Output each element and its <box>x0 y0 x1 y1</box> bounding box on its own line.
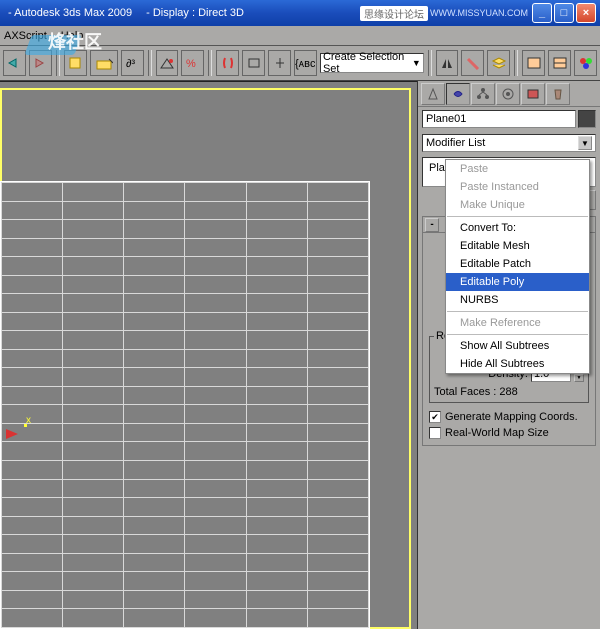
plane-grid <box>1 182 369 628</box>
real-world-checkbox[interactable] <box>429 427 441 439</box>
svg-text:{ᴀʙᴄ}: {ᴀʙᴄ} <box>295 58 315 70</box>
minimize-button[interactable]: _ <box>532 3 552 23</box>
viewport[interactable]: x <box>0 81 417 629</box>
utilities-tab[interactable] <box>546 83 570 105</box>
percent-snap-button[interactable]: % <box>181 50 204 76</box>
undo-button[interactable] <box>3 50 26 76</box>
total-faces-label: Total Faces : 288 <box>434 386 518 398</box>
create-tab[interactable] <box>421 83 445 105</box>
maximize-button[interactable]: □ <box>554 3 574 23</box>
gen-mapping-checkbox[interactable]: ✔ <box>429 411 441 423</box>
menu-nurbs[interactable]: NURBS <box>446 291 589 309</box>
menu-editable-mesh[interactable]: Editable Mesh <box>446 237 589 255</box>
align-button[interactable] <box>461 50 484 76</box>
angle-snap-button[interactable] <box>156 50 179 76</box>
real-world-label: Real-World Map Size <box>445 427 549 439</box>
menu-editable-poly[interactable]: Editable Poly <box>446 273 589 291</box>
edit-named-button[interactable] <box>242 50 265 76</box>
menu-convert-to: Convert To: <box>446 219 589 237</box>
named-selection-label: Create Selection Set <box>323 51 412 75</box>
command-panel-tabs <box>418 81 600 107</box>
app-title: - Autodesk 3ds Max 2009 <box>8 7 132 19</box>
material-editor-button[interactable] <box>574 50 597 76</box>
hierarchy-tab[interactable] <box>471 83 495 105</box>
schematic-button[interactable] <box>548 50 571 76</box>
svg-text:∂³: ∂³ <box>126 58 135 70</box>
context-menu: Paste Paste Instanced Make Unique Conver… <box>445 159 590 374</box>
mirror-tool-button[interactable] <box>436 50 459 76</box>
close-button[interactable]: × <box>576 3 596 23</box>
watermark-text: 烽社区 <box>48 28 102 54</box>
object-color-swatch[interactable] <box>578 110 596 128</box>
menu-hide-all-subtrees[interactable]: Hide All Subtrees <box>446 355 589 373</box>
dropdown-arrow-icon: ▼ <box>412 58 421 68</box>
menu-make-unique[interactable]: Make Unique <box>446 196 589 214</box>
collapse-button[interactable]: - <box>425 218 439 232</box>
modify-tab[interactable] <box>446 83 470 105</box>
menu-editable-patch[interactable]: Editable Patch <box>446 255 589 273</box>
mirror-button[interactable] <box>268 50 291 76</box>
menu-paste[interactable]: Paste <box>446 160 589 178</box>
abc-button[interactable]: {ᴀʙᴄ} <box>294 50 317 76</box>
gen-mapping-label: Generate Mapping Coords. <box>445 411 578 423</box>
menu-show-all-subtrees[interactable]: Show All Subtrees <box>446 337 589 355</box>
menu-paste-instanced[interactable]: Paste Instanced <box>446 178 589 196</box>
bind-button[interactable]: ∂³ <box>121 50 144 76</box>
axis-gizmo[interactable]: x <box>6 429 18 439</box>
plane-object[interactable] <box>0 181 370 629</box>
menu-make-reference[interactable]: Make Reference <box>446 314 589 332</box>
named-selection-dropdown[interactable]: Create Selection Set ▼ <box>320 53 424 73</box>
display-mode: - Display : Direct 3D <box>146 7 244 19</box>
forum-url: WWW.MISSYUAN.COM <box>430 8 528 18</box>
forum-tag: 思缘设计论坛 <box>360 6 428 21</box>
modifier-list-dropdown[interactable]: Modifier List ▼ <box>422 134 596 152</box>
dropdown-arrow-icon: ▼ <box>578 136 592 150</box>
window-titlebar: - Autodesk 3ds Max 2009 - Display : Dire… <box>0 0 600 26</box>
display-tab[interactable] <box>521 83 545 105</box>
layers-button[interactable] <box>487 50 510 76</box>
curve-editor-button[interactable] <box>522 50 545 76</box>
modifier-list-label: Modifier List <box>426 137 485 149</box>
svg-text:%: % <box>186 58 196 70</box>
object-name-input[interactable]: Plane01 <box>422 110 576 128</box>
snap-toggle-button[interactable] <box>216 50 239 76</box>
x-axis-arrow-icon <box>6 429 18 439</box>
motion-tab[interactable] <box>496 83 520 105</box>
